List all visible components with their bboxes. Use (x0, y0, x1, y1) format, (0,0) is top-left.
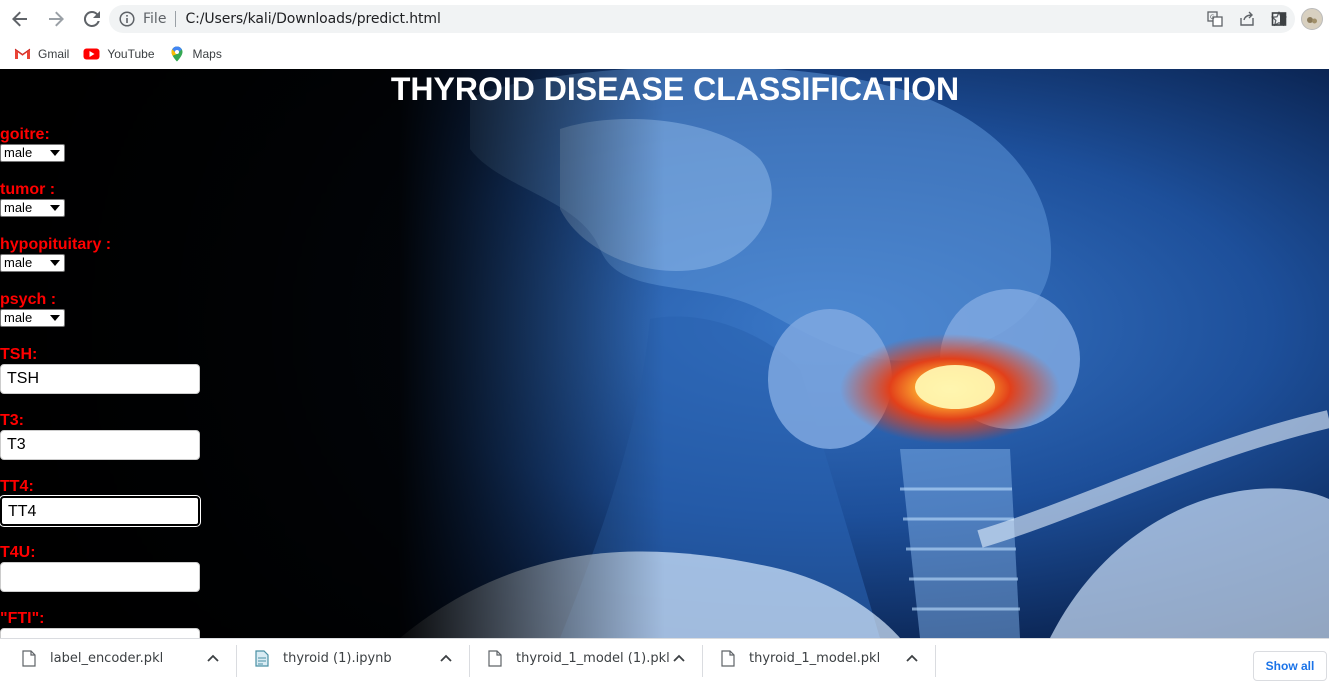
chevron-up-icon[interactable] (905, 653, 919, 663)
file-icon (488, 649, 502, 667)
download-filename: thyroid (1).ipynb (283, 650, 392, 666)
download-filename: thyroid_1_model (1).pkl (516, 650, 670, 666)
goitre-label: goitre: (0, 126, 50, 143)
psych-select[interactable]: male (0, 309, 65, 327)
notebook-file-icon (255, 649, 269, 667)
avatar-image-icon (1307, 17, 1317, 24)
t4u-input[interactable] (0, 562, 200, 592)
tsh-input[interactable]: TSH (0, 364, 200, 394)
chevron-up-icon[interactable] (672, 653, 686, 663)
bookmark-youtube[interactable]: YouTube (83, 46, 155, 61)
reload-icon (83, 10, 100, 27)
info-icon[interactable] (119, 11, 135, 27)
scheme-label: File (143, 11, 167, 27)
download-item[interactable]: thyroid (1).ipynb (233, 639, 469, 677)
forward-button[interactable] (40, 3, 72, 35)
show-all-downloads-button[interactable]: Show all (1253, 651, 1327, 681)
t4u-label: T4U: (0, 544, 36, 561)
tumor-select-value: male (4, 200, 33, 215)
arrow-left-icon (12, 11, 27, 27)
download-filename: thyroid_1_model.pkl (749, 650, 881, 666)
chevron-down-icon (50, 315, 60, 321)
download-item[interactable]: thyroid_1_model (1).pkl (466, 639, 702, 677)
tsh-group: TSH: TSH (0, 346, 200, 394)
chevron-up-icon[interactable] (439, 653, 453, 663)
chevron-up-icon[interactable] (206, 653, 220, 663)
bookmark-maps[interactable]: Maps (169, 45, 222, 61)
psych-select-value: male (4, 310, 33, 325)
bookmark-label: YouTube (107, 46, 155, 61)
address-bar[interactable]: File C:/Users/kali/Downloads/predict.htm… (109, 5, 1295, 33)
share-button[interactable] (1231, 5, 1263, 33)
psych-label: psych : (0, 291, 57, 308)
file-icon (721, 649, 735, 667)
psych-group: psych : male (0, 291, 65, 327)
bookmark-label: Maps (192, 46, 222, 61)
bookmark-gmail[interactable]: Gmail (14, 47, 69, 61)
page-viewport: THYROID DISEASE CLASSIFICATION goitre: m… (0, 69, 1329, 638)
download-filename: label_encoder.pkl (50, 650, 164, 666)
t4u-group: T4U: (0, 544, 200, 592)
download-item[interactable]: thyroid_1_model.pkl (699, 639, 935, 677)
goitre-group: goitre: male (0, 126, 65, 162)
gmail-icon (14, 47, 31, 61)
reload-button[interactable] (76, 3, 108, 35)
file-icon (22, 649, 36, 667)
goitre-select-value: male (4, 145, 33, 160)
arrow-right-icon (49, 11, 64, 27)
chevron-down-icon (50, 260, 60, 266)
bookmark-label: Gmail (38, 46, 70, 61)
address-separator (175, 11, 177, 27)
translate-icon: G (1207, 11, 1223, 27)
tsh-label: TSH: (0, 346, 38, 363)
share-icon (1240, 11, 1254, 26)
tumor-label: tumor : (0, 181, 56, 198)
fti-group: "FTI": (0, 610, 200, 638)
download-shelf: label_encoder.pkl thyroid (1).ipynb thyr… (0, 638, 1329, 681)
tumor-select[interactable]: male (0, 199, 65, 217)
hypopituitary-group: hypopituitary : male (0, 236, 111, 272)
hypopituitary-label: hypopituitary : (0, 236, 112, 253)
fti-label: "FTI": (0, 610, 45, 627)
profile-avatar[interactable] (1301, 8, 1323, 30)
t3-input[interactable]: T3 (0, 430, 200, 460)
maps-icon (169, 45, 186, 61)
side-panel-button[interactable] (1268, 8, 1290, 30)
tt4-label: TT4: (0, 478, 34, 495)
tt4-input[interactable]: TT4 (0, 496, 200, 526)
fti-input[interactable] (0, 628, 200, 638)
page-title: THYROID DISEASE CLASSIFICATION (390, 71, 960, 107)
url-text[interactable]: C:/Users/kali/Downloads/predict.html (185, 11, 440, 27)
hypopituitary-select[interactable]: male (0, 254, 65, 272)
t3-group: T3: T3 (0, 412, 200, 460)
hypopituitary-select-value: male (4, 255, 33, 270)
svg-text:G: G (1210, 14, 1215, 21)
back-button[interactable] (4, 3, 36, 35)
goitre-select[interactable]: male (0, 144, 65, 162)
t3-label: T3: (0, 412, 24, 429)
youtube-icon (83, 47, 100, 61)
chevron-down-icon (50, 150, 60, 156)
translate-button[interactable]: G (1199, 5, 1231, 33)
side-panel-icon (1271, 12, 1287, 26)
tt4-group: TT4: TT4 (0, 478, 200, 526)
bookmarks-bar: Gmail YouTube Maps (0, 38, 1329, 69)
download-divider (935, 645, 936, 677)
download-item[interactable]: label_encoder.pkl (0, 639, 236, 677)
chevron-down-icon (50, 205, 60, 211)
tumor-group: tumor : male (0, 181, 65, 217)
